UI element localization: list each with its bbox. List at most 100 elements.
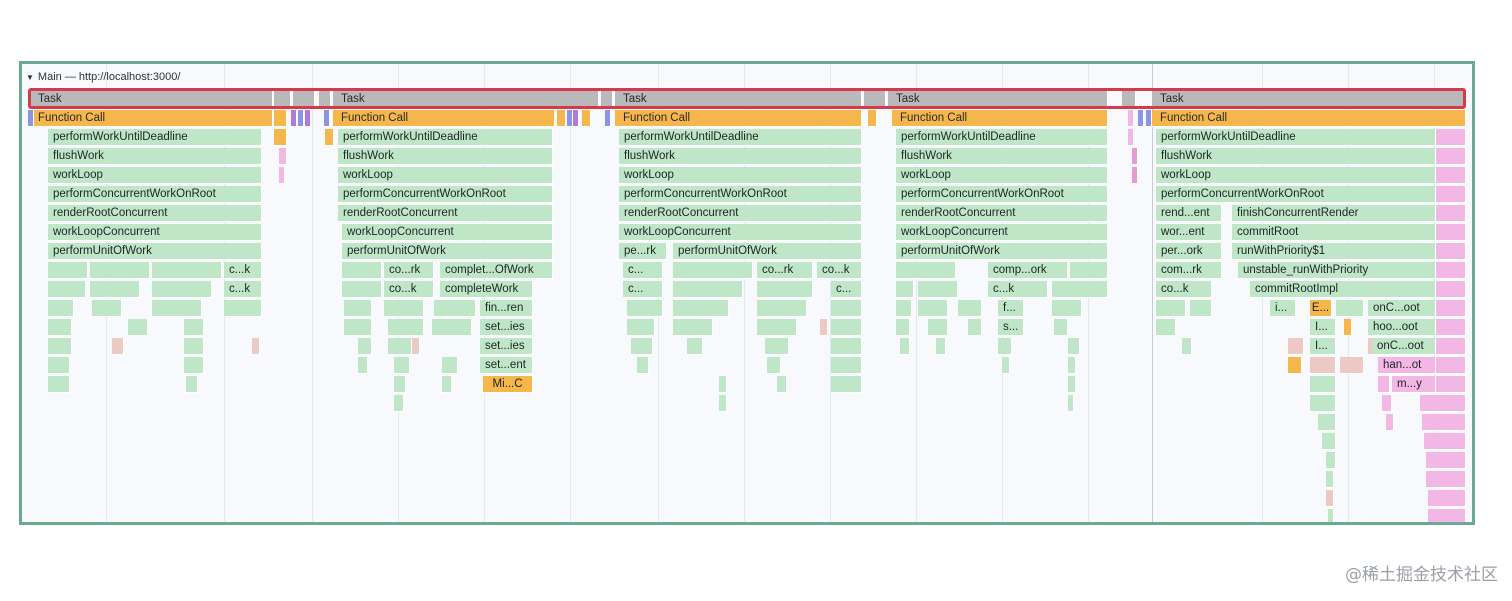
js-frame[interactable]: co...rk bbox=[757, 262, 813, 279]
paint-block[interactable] bbox=[1436, 186, 1466, 203]
js-frame[interactable] bbox=[358, 338, 372, 355]
js-frame[interactable] bbox=[1190, 300, 1212, 317]
js-frame[interactable] bbox=[918, 281, 958, 298]
js-frame[interactable]: set...ent bbox=[480, 357, 533, 374]
js-frame[interactable] bbox=[434, 300, 476, 317]
paint-block[interactable] bbox=[1428, 490, 1466, 507]
js-frame[interactable]: performUnitOfWork bbox=[342, 243, 553, 260]
js-frame[interactable] bbox=[1310, 395, 1336, 412]
function-call-block[interactable]: Function Call bbox=[1152, 110, 1466, 127]
js-frame[interactable] bbox=[757, 281, 813, 298]
js-frame[interactable] bbox=[342, 281, 382, 298]
js-frame[interactable]: onC...oot bbox=[1372, 338, 1436, 355]
js-frame[interactable] bbox=[48, 319, 72, 336]
js-frame[interactable] bbox=[344, 319, 372, 336]
js-frame[interactable] bbox=[184, 357, 204, 374]
js-frame[interactable] bbox=[128, 319, 148, 336]
paint-block[interactable] bbox=[1436, 376, 1466, 393]
js-frame[interactable] bbox=[757, 319, 797, 336]
paint-block[interactable] bbox=[1386, 414, 1394, 431]
paint-block[interactable]: han...ot bbox=[1378, 357, 1436, 374]
js-frame[interactable] bbox=[631, 338, 653, 355]
function-call-block-small[interactable] bbox=[582, 110, 591, 127]
js-frame[interactable]: co...k bbox=[817, 262, 862, 279]
misc-frame[interactable] bbox=[820, 319, 828, 336]
misc-frame-orange[interactable]: Mi...C bbox=[483, 376, 533, 393]
paint-block[interactable] bbox=[1132, 148, 1138, 165]
js-frame[interactable]: workLoop bbox=[48, 167, 262, 184]
js-frame[interactable]: I... bbox=[1310, 338, 1336, 355]
js-frame[interactable] bbox=[831, 338, 862, 355]
js-frame[interactable]: c...k bbox=[224, 281, 262, 298]
js-frame[interactable] bbox=[1052, 300, 1082, 317]
js-frame[interactable] bbox=[1068, 376, 1076, 393]
js-frame[interactable] bbox=[1328, 509, 1334, 522]
js-frame[interactable]: performConcurrentWorkOnRoot bbox=[896, 186, 1108, 203]
small-event-block[interactable] bbox=[305, 110, 311, 127]
js-frame[interactable]: co...rk bbox=[384, 262, 434, 279]
js-frame[interactable]: i... bbox=[1270, 300, 1296, 317]
function-call-block-small[interactable] bbox=[868, 110, 877, 127]
js-frame[interactable] bbox=[673, 319, 713, 336]
small-event-block[interactable] bbox=[573, 110, 579, 127]
js-frame[interactable] bbox=[673, 262, 753, 279]
paint-block[interactable] bbox=[1436, 129, 1466, 146]
small-event-block[interactable] bbox=[1138, 110, 1144, 127]
js-frame[interactable] bbox=[394, 357, 410, 374]
paint-block[interactable] bbox=[1436, 338, 1466, 355]
paint-block[interactable] bbox=[1128, 129, 1134, 146]
js-frame[interactable] bbox=[342, 262, 382, 279]
js-frame[interactable]: s... bbox=[998, 319, 1024, 336]
js-frame[interactable] bbox=[1054, 319, 1068, 336]
paint-block[interactable] bbox=[1428, 509, 1466, 522]
js-frame[interactable]: flushWork bbox=[896, 148, 1108, 165]
js-frame[interactable] bbox=[719, 395, 727, 412]
js-frame[interactable]: flushWork bbox=[48, 148, 262, 165]
js-frame[interactable] bbox=[384, 300, 424, 317]
js-frame[interactable] bbox=[896, 300, 912, 317]
js-frame[interactable] bbox=[998, 338, 1012, 355]
paint-block[interactable] bbox=[1382, 395, 1392, 412]
js-frame[interactable] bbox=[918, 300, 948, 317]
function-call-block-small[interactable] bbox=[325, 129, 334, 146]
js-frame[interactable]: performConcurrentWorkOnRoot bbox=[48, 186, 262, 203]
js-frame[interactable] bbox=[1052, 281, 1108, 298]
js-frame[interactable] bbox=[831, 300, 862, 317]
js-frame[interactable]: renderRootConcurrent bbox=[338, 205, 553, 222]
js-frame[interactable] bbox=[928, 319, 948, 336]
js-frame[interactable] bbox=[1310, 376, 1336, 393]
js-frame[interactable]: flushWork bbox=[338, 148, 553, 165]
js-frame[interactable] bbox=[1322, 433, 1336, 450]
js-frame[interactable]: completeWork bbox=[440, 281, 533, 298]
function-call-block[interactable]: Function Call bbox=[615, 110, 862, 127]
js-frame[interactable]: workLoopConcurrent bbox=[896, 224, 1108, 241]
js-frame[interactable]: comp...ork bbox=[988, 262, 1068, 279]
js-frame[interactable] bbox=[1156, 319, 1176, 336]
js-frame[interactable]: performWorkUntilDeadline bbox=[619, 129, 862, 146]
small-event-block[interactable] bbox=[1146, 110, 1152, 127]
js-frame[interactable]: workLoopConcurrent bbox=[48, 224, 262, 241]
js-frame[interactable] bbox=[896, 281, 914, 298]
js-frame[interactable]: performUnitOfWork bbox=[48, 243, 262, 260]
js-frame[interactable] bbox=[896, 262, 956, 279]
js-frame[interactable] bbox=[1326, 452, 1336, 469]
js-frame[interactable] bbox=[152, 281, 212, 298]
js-frame[interactable] bbox=[765, 338, 789, 355]
js-frame[interactable] bbox=[673, 281, 743, 298]
misc-frame[interactable] bbox=[1340, 357, 1364, 374]
js-frame[interactable]: performConcurrentWorkOnRoot bbox=[338, 186, 553, 203]
js-frame[interactable] bbox=[757, 300, 807, 317]
js-frame[interactable]: c...k bbox=[988, 281, 1048, 298]
js-frame[interactable]: renderRootConcurrent bbox=[896, 205, 1108, 222]
function-call-block[interactable]: Function Call bbox=[892, 110, 1108, 127]
js-frame[interactable] bbox=[432, 319, 472, 336]
js-frame[interactable]: co...k bbox=[384, 281, 434, 298]
js-frame[interactable]: hoo...oot bbox=[1368, 319, 1436, 336]
function-call-block[interactable]: Function Call bbox=[333, 110, 555, 127]
js-frame[interactable] bbox=[152, 262, 222, 279]
paint-block[interactable] bbox=[1436, 148, 1466, 165]
js-frame[interactable] bbox=[831, 357, 862, 374]
js-frame[interactable] bbox=[831, 319, 862, 336]
js-frame[interactable]: unstable_runWithPriority bbox=[1238, 262, 1436, 279]
paint-block[interactable] bbox=[1436, 167, 1466, 184]
